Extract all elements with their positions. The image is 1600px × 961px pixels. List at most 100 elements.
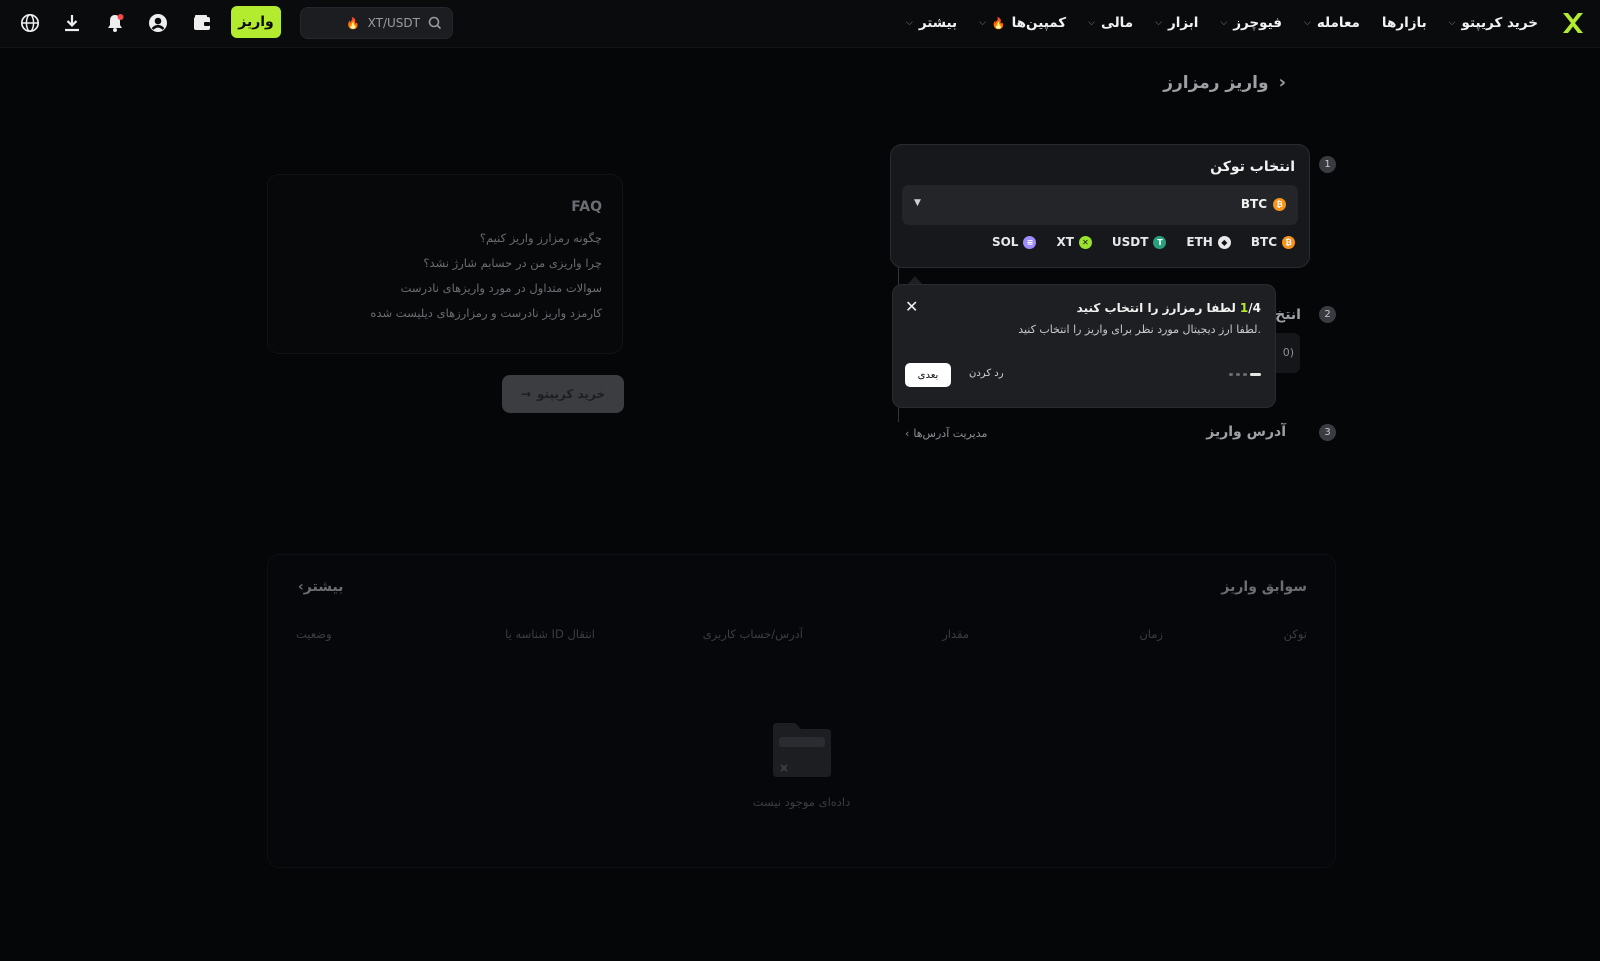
fire-icon: 🔥	[345, 16, 360, 30]
step-1-title: انتخاب توکن	[1210, 159, 1295, 175]
nav-label: بیشتر	[918, 15, 958, 31]
btc-coin-icon: ₿	[1282, 235, 1295, 249]
step-number-3: 3	[1319, 424, 1336, 441]
buy-crypto-label: خرید کریپتو	[537, 387, 606, 401]
main-nav: خرید کریپتو ⌵ بازارها معامله ⌵ فیوچرز ⌵ ابز…	[906, 0, 1538, 46]
faq-link[interactable]: چرا واریزی من در حسابم شارژ نشد؟	[423, 256, 602, 270]
progress-dot	[1229, 373, 1233, 376]
column-header-status: وضعیت	[296, 627, 332, 641]
nav-markets[interactable]: بازارها	[1382, 15, 1427, 31]
quick-token-label: BTC	[1250, 235, 1277, 249]
caret-down-icon: ▼	[914, 198, 921, 208]
chevron-left-icon: ‹	[905, 427, 910, 440]
arrow-right-icon: →	[520, 387, 532, 401]
history-more-label: بیشتر	[303, 579, 344, 595]
selected-token-label: BTC	[1240, 197, 1267, 211]
quick-token-label: XT	[1056, 235, 1074, 249]
faq-link[interactable]: کارمزد واریز نادرست و رمزارزهای دیلیست ش…	[370, 306, 602, 320]
popover-progress-dots	[1229, 373, 1261, 376]
popover-description: لطفا ارز دیجیتال مورد نظر برای واریز را …	[1018, 323, 1261, 336]
nav-finance[interactable]: مالی ⌵	[1088, 15, 1133, 31]
quick-token-sol[interactable]: ≡ SOL	[992, 235, 1037, 249]
wallet-icon[interactable]	[190, 11, 214, 35]
profile-icon[interactable]	[146, 11, 170, 35]
step-2-title: انتخ	[1275, 307, 1301, 323]
xt-coin-icon: ✕	[1078, 235, 1092, 249]
progress-dot-active	[1250, 373, 1261, 376]
nav-more[interactable]: بیشتر ⌵	[906, 15, 957, 31]
popover-step: 1/4	[1239, 301, 1261, 315]
manage-addresses-label: مدیریت آدرس‌ها	[913, 427, 988, 440]
quick-token-label: ETH	[1186, 235, 1213, 249]
nav-label: معامله	[1316, 15, 1360, 31]
step-number-2: 2	[1319, 306, 1336, 323]
buy-crypto-button[interactable]: → خرید کریپتو	[502, 375, 624, 413]
sol-coin-icon: ≡	[1023, 235, 1037, 249]
popover-skip-button[interactable]: رد کردن	[969, 368, 1004, 379]
quick-token-label: SOL	[991, 235, 1019, 249]
quick-token-list: ₿ BTC ◆ ETH T USDT ✕ XT ≡ SOL	[992, 235, 1295, 249]
quick-token-btc[interactable]: ₿ BTC	[1251, 235, 1295, 249]
column-header-amount: مقدار	[942, 627, 969, 641]
chevron-down-icon: ⌵	[1088, 18, 1095, 28]
guide-popover: 1/4 لطفا رمزارز را انتخاب کنید لطفا ارز …	[892, 284, 1276, 408]
token-select-dropdown[interactable]: ₿ BTC ▼	[902, 185, 1298, 225]
popover-title-text: لطفا رمزارز را انتخاب کنید	[1076, 301, 1236, 315]
nav-label: بازارها	[1381, 15, 1427, 31]
token-select-value: ₿ BTC	[1241, 197, 1286, 211]
popover-next-button[interactable]: بعدی	[905, 363, 951, 387]
empty-folder-icon	[773, 723, 831, 777]
deposit-button[interactable]: واریز	[231, 6, 281, 38]
column-header-token: توکن	[1283, 627, 1307, 641]
column-header-txid: شناسه یا ID انتقال	[505, 627, 595, 641]
quick-token-xt[interactable]: ✕ XT	[1056, 235, 1092, 249]
btc-coin-icon: ₿	[1273, 197, 1286, 211]
progress-dot	[1236, 373, 1240, 376]
history-more-link[interactable]: ‹بیشتر	[298, 579, 343, 595]
faq-link[interactable]: سوالات متداول در مورد واریزهای نادرست	[401, 281, 602, 295]
nav-label: کمپین‌ها	[1011, 15, 1067, 31]
manage-addresses-link[interactable]: ‹ مدیریت آدرس‌ها	[905, 427, 987, 440]
faq-link[interactable]: چگونه رمزارز واریز کنیم؟	[480, 231, 602, 245]
nav-futures[interactable]: فیوچرز ⌵	[1220, 15, 1282, 31]
xt-logo-icon[interactable]	[1560, 10, 1586, 36]
nav-trade[interactable]: معامله ⌵	[1304, 15, 1360, 31]
chevron-down-icon: ⌵	[1303, 18, 1311, 28]
quick-token-eth[interactable]: ◆ ETH	[1186, 235, 1231, 249]
chevron-down-icon: ⌵	[1155, 18, 1162, 28]
quick-token-usdt[interactable]: T USDT	[1112, 235, 1167, 249]
download-icon[interactable]	[60, 11, 84, 35]
chevron-down-icon: ⌵	[979, 18, 986, 28]
chevron-down-icon: ⌵	[1448, 18, 1456, 28]
notification-icon[interactable]	[103, 11, 127, 35]
faq-list: چگونه رمزارز واریز کنیم؟ چرا واریزی من د…	[370, 231, 602, 320]
faq-title: FAQ	[571, 199, 602, 215]
nav-tools[interactable]: ابزار ⌵	[1155, 15, 1198, 31]
chevron-down-icon: ⌵	[906, 18, 913, 28]
popover-title: 1/4 لطفا رمزارز را انتخاب کنید	[1077, 301, 1261, 315]
token-selection-card: انتخاب توکن ₿ BTC ▼ ₿ BTC ◆ ETH T USDT ✕ XT …	[890, 144, 1310, 268]
chevron-down-icon: ⌵	[1220, 18, 1228, 28]
usdt-coin-icon: T	[1153, 235, 1167, 249]
nav-buy-crypto[interactable]: خرید کریپتو ⌵	[1449, 15, 1538, 31]
column-header-time: زمان	[1139, 627, 1163, 641]
faq-card: FAQ چگونه رمزارز واریز کنیم؟ چرا واریزی …	[267, 174, 623, 354]
step-3-title: آدرس واریز	[1206, 424, 1286, 440]
eth-coin-icon: ◆	[1217, 235, 1231, 249]
language-icon[interactable]	[18, 11, 42, 35]
close-icon[interactable]: ✕	[905, 297, 918, 316]
top-navigation-bar: خرید کریپتو ⌵ بازارها معامله ⌵ فیوچرز ⌵ ابز…	[0, 0, 1600, 48]
network-select-value: 0)	[1282, 346, 1294, 359]
back-chevron-icon[interactable]: ›	[1279, 72, 1286, 93]
progress-dot	[1243, 373, 1247, 376]
step-number-1: 1	[1319, 156, 1336, 173]
fire-icon: 🔥	[991, 16, 1006, 30]
column-header-address: آدرس/حساب کاربری	[702, 627, 803, 641]
deposit-history-card: سوابق واریز ‹بیشتر توکن زمان مقدار آدرس/…	[267, 554, 1336, 868]
nav-label: فیوچرز	[1233, 15, 1282, 31]
page-title: › واریز رمزارز	[1163, 72, 1286, 93]
nav-label: ابزار	[1167, 15, 1199, 31]
nav-campaigns[interactable]: کمپین‌ها 🔥 ⌵	[979, 15, 1066, 31]
page-title-text: واریز رمزارز	[1163, 72, 1269, 93]
search-input[interactable]: 🔥 XT/USDT	[300, 7, 453, 39]
